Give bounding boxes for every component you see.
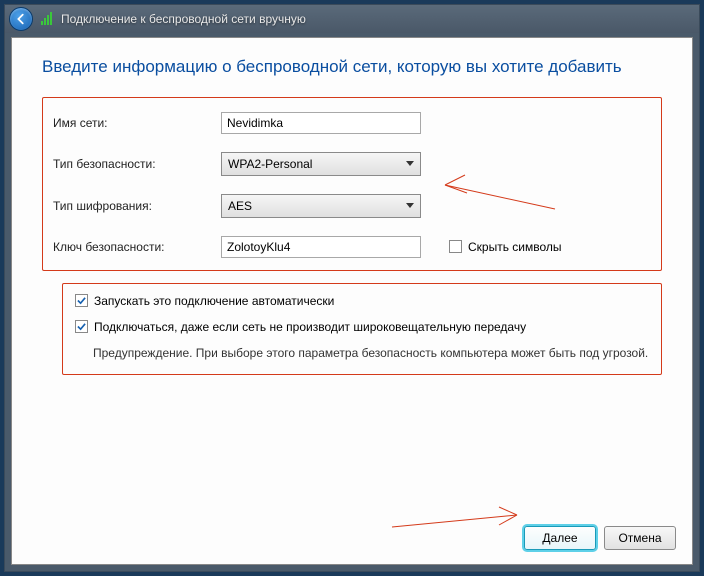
window-title: Подключение к беспроводной сети вручную bbox=[61, 12, 306, 26]
chevron-down-icon bbox=[406, 161, 414, 166]
chevron-down-icon bbox=[406, 203, 414, 208]
footer: Далее Отмена bbox=[524, 526, 676, 550]
back-button[interactable] bbox=[9, 7, 33, 31]
security-type-label: Тип безопасности: bbox=[53, 157, 221, 171]
encryption-type-value: AES bbox=[228, 199, 252, 213]
warning-text: Предупреждение. При выборе этого парамет… bbox=[93, 345, 649, 362]
next-button[interactable]: Далее bbox=[524, 526, 596, 550]
network-name-input[interactable] bbox=[221, 112, 421, 134]
content-pane: Введите информацию о беспроводной сети, … bbox=[11, 37, 693, 565]
encryption-type-label: Тип шифрования: bbox=[53, 199, 221, 213]
auto-block: Запускать это подключение автоматически … bbox=[62, 283, 662, 375]
cancel-button[interactable]: Отмена bbox=[604, 526, 676, 550]
network-name-label: Имя сети: bbox=[53, 116, 221, 130]
autostart-label: Запускать это подключение автоматически bbox=[94, 294, 334, 310]
encryption-type-dropdown[interactable]: AES bbox=[221, 194, 421, 218]
wizard-window: Подключение к беспроводной сети вручную … bbox=[4, 4, 700, 572]
broadcast-checkbox[interactable] bbox=[75, 320, 88, 333]
form-block: Имя сети: Тип безопасности: WPA2-Persona… bbox=[42, 97, 662, 271]
back-arrow-icon bbox=[14, 12, 28, 26]
security-type-value: WPA2-Personal bbox=[228, 157, 312, 171]
page-heading: Введите информацию о беспроводной сети, … bbox=[12, 38, 692, 89]
security-key-label: Ключ безопасности: bbox=[53, 240, 221, 254]
autostart-checkbox[interactable] bbox=[75, 294, 88, 307]
broadcast-label: Подключаться, даже если сеть не производ… bbox=[94, 320, 526, 336]
security-key-input[interactable] bbox=[221, 236, 421, 258]
hide-characters-checkbox[interactable] bbox=[449, 240, 462, 253]
titlebar: Подключение к беспроводной сети вручную bbox=[5, 5, 699, 33]
wifi-icon bbox=[39, 11, 55, 27]
hide-characters-label: Скрыть символы bbox=[468, 240, 562, 254]
hide-characters-row: Скрыть символы bbox=[449, 240, 562, 254]
security-type-dropdown[interactable]: WPA2-Personal bbox=[221, 152, 421, 176]
